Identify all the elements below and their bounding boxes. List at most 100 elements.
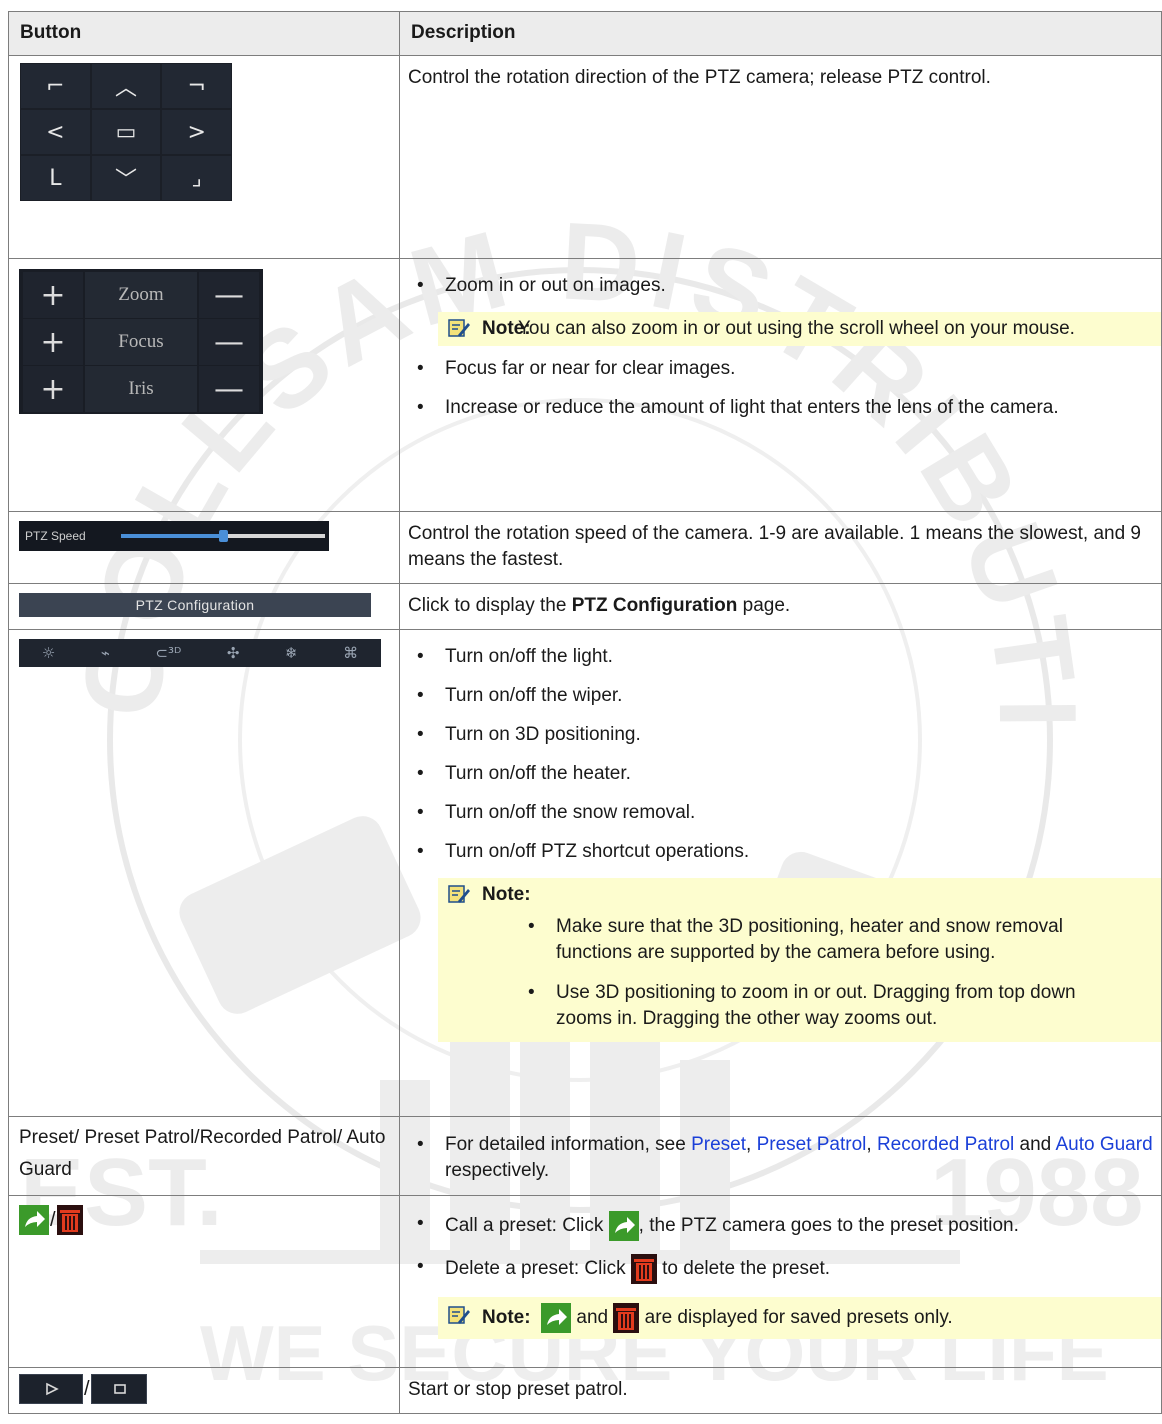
heater-icon[interactable]: ✣ <box>227 644 240 662</box>
zoom-label: Zoom <box>85 272 197 318</box>
note-box: Note: Make sure that the 3D positioning,… <box>438 878 1161 1042</box>
left-button[interactable]: < <box>21 110 90 154</box>
note-icon <box>448 1306 470 1324</box>
list-item: Turn on/off the heater. <box>408 761 1153 787</box>
aux-function-toolbar: ☼ ⌁ ⊂³ᴰ ✣ ❄ ⌘ <box>19 639 381 667</box>
note-box: Note: and are displayed for saved preset… <box>438 1297 1161 1339</box>
up-left-button[interactable]: ⌐ <box>21 64 90 108</box>
3d-positioning-icon[interactable]: ⊂³ᴰ <box>155 644 181 662</box>
table-row: Preset/ Preset Patrol/Recorded Patrol/ A… <box>8 1116 1162 1196</box>
note-text: You can also zoom in or out using the sc… <box>518 318 1075 339</box>
wiper-icon[interactable]: ⌁ <box>101 644 110 662</box>
b1-pre: Call a preset: Click <box>445 1215 609 1237</box>
ptz-speed-slider[interactable]: PTZ Speed <box>19 521 329 551</box>
play-icon <box>46 1382 59 1396</box>
call-preset-icon[interactable] <box>19 1205 49 1235</box>
b2-pre: Delete a preset: Click <box>445 1258 631 1280</box>
table-row: PTZ Speed Control the rotation speed of … <box>8 511 1162 584</box>
iris-open-button[interactable]: + <box>23 366 83 412</box>
row1-description: Control the rotation direction of the PT… <box>399 55 1162 259</box>
snow-removal-icon[interactable]: ❄ <box>285 644 298 662</box>
slash-separator: / <box>50 1208 56 1231</box>
table-row: PTZ Configuration Click to display the P… <box>8 583 1162 630</box>
list-item: Turn on/off PTZ shortcut operations. <box>408 839 1153 865</box>
row6-and: and <box>1014 1134 1056 1155</box>
row6-sep2: , <box>866 1134 877 1155</box>
direction-pad[interactable]: ⌐ ︿ ¬ < ▭ > L ﹀ ⌟ <box>20 63 232 201</box>
preset-patrol-link[interactable]: Preset Patrol <box>757 1134 867 1155</box>
auto-guard-link[interactable]: Auto Guard <box>1055 1134 1152 1155</box>
list-item: For detailed information, see Preset, Pr… <box>408 1132 1153 1184</box>
delete-preset-icon <box>613 1303 640 1333</box>
row8-description: Start or stop preset patrol. <box>399 1367 1162 1414</box>
table-row: ☼ ⌁ ⊂³ᴰ ✣ ❄ ⌘ Turn on/off the light. Tur… <box>8 629 1162 1117</box>
speed-track[interactable] <box>121 530 325 542</box>
row6-sep1: , <box>746 1134 757 1155</box>
note-icon <box>448 319 470 337</box>
note-icon <box>448 885 470 903</box>
speed-slider-handle[interactable] <box>219 530 228 542</box>
list-item: Turn on/off the wiper. <box>408 683 1153 709</box>
row6-post: respectively. <box>445 1160 550 1181</box>
ptz-configuration-button[interactable]: PTZ Configuration <box>19 593 371 617</box>
zoom-out-button[interactable]: — <box>199 272 259 318</box>
note-label: Note: <box>482 884 531 905</box>
ptz-button-table: Button Description ⌐ ︿ ¬ < ▭ > L ﹀ ⌟ Con… <box>8 11 1162 1414</box>
table-row: / Call a preset: Click , the PTZ camera … <box>8 1195 1162 1368</box>
list-item: Call a preset: Click , the PTZ camera go… <box>408 1211 1153 1241</box>
focus-far-button[interactable]: — <box>199 319 259 365</box>
note-label: Note: <box>482 318 531 339</box>
row3-description: Control the rotation speed of the camera… <box>399 511 1162 584</box>
row4-desc-pre: Click to display the <box>408 595 572 616</box>
stop-patrol-button[interactable] <box>90 1374 147 1404</box>
note-box: Note: You can also zoom in or out using … <box>438 312 1161 346</box>
stop-icon <box>113 1384 126 1394</box>
row4-desc-bold: PTZ Configuration <box>571 595 738 616</box>
recorded-patrol-link[interactable]: Recorded Patrol <box>877 1134 1014 1155</box>
focus-label: Focus <box>85 319 197 365</box>
list-item: Make sure that the 3D positioning, heate… <box>438 914 1153 966</box>
slash-separator: / <box>84 1377 90 1400</box>
header-description: Description <box>399 11 1162 56</box>
down-left-button[interactable]: L <box>21 156 90 200</box>
list-item: Turn on/off the snow removal. <box>408 800 1153 826</box>
focus-near-button[interactable]: + <box>23 319 83 365</box>
light-icon[interactable]: ☼ <box>42 644 55 662</box>
right-button[interactable]: > <box>162 110 231 154</box>
up-right-button[interactable]: ¬ <box>162 64 231 108</box>
row6-pre: For detailed information, see <box>445 1134 692 1155</box>
up-button[interactable]: ︿ <box>91 64 161 108</box>
shortcut-icon[interactable]: ⌘ <box>343 644 358 662</box>
release-button[interactable]: ▭ <box>91 110 161 154</box>
list-item: Turn on/off the light. <box>408 644 1153 670</box>
row4-desc-post: page. <box>737 595 791 616</box>
iris-close-button[interactable]: — <box>199 366 259 412</box>
note-and: and <box>571 1307 614 1329</box>
list-item: Delete a preset: Click to delete the pre… <box>408 1254 1153 1284</box>
table-row: ⌐ ︿ ¬ < ▭ > L ﹀ ⌟ Control the rotation d… <box>8 55 1162 259</box>
down-button[interactable]: ﹀ <box>91 156 161 200</box>
table-row: / Start or stop preset patrol. <box>8 1367 1162 1414</box>
start-patrol-button[interactable] <box>19 1374 83 1404</box>
zoom-in-button[interactable]: + <box>23 272 83 318</box>
down-right-button[interactable]: ⌟ <box>162 156 231 200</box>
note-post: are displayed for saved presets only. <box>639 1307 953 1329</box>
list-item: Increase or reduce the amount of light t… <box>408 395 1153 421</box>
list-item: Use 3D positioning to zoom in or out. Dr… <box>438 980 1153 1032</box>
header-button: Button <box>8 11 400 56</box>
note-label: Note: <box>482 1307 531 1329</box>
table-row: + Zoom — + Focus — + Iris — • Zoom in or… <box>8 258 1162 512</box>
speed-track-fill <box>121 534 223 538</box>
delete-preset-icon <box>630 1254 657 1284</box>
list-item: Turn on 3D positioning. <box>408 722 1153 748</box>
preset-link[interactable]: Preset <box>691 1134 746 1155</box>
table-header-row: Button Description <box>8 11 1162 56</box>
b1-post: , the PTZ camera goes to the preset posi… <box>638 1215 1019 1237</box>
list-item: Zoom in or out on images. <box>408 273 1153 299</box>
delete-preset-icon[interactable] <box>56 1205 83 1235</box>
call-preset-icon <box>541 1303 572 1333</box>
ptz-speed-label: PTZ Speed <box>25 529 86 543</box>
b2-post: to delete the preset. <box>656 1258 831 1280</box>
call-preset-icon <box>608 1211 639 1241</box>
list-item: Focus far or near for clear images. <box>408 356 1153 382</box>
